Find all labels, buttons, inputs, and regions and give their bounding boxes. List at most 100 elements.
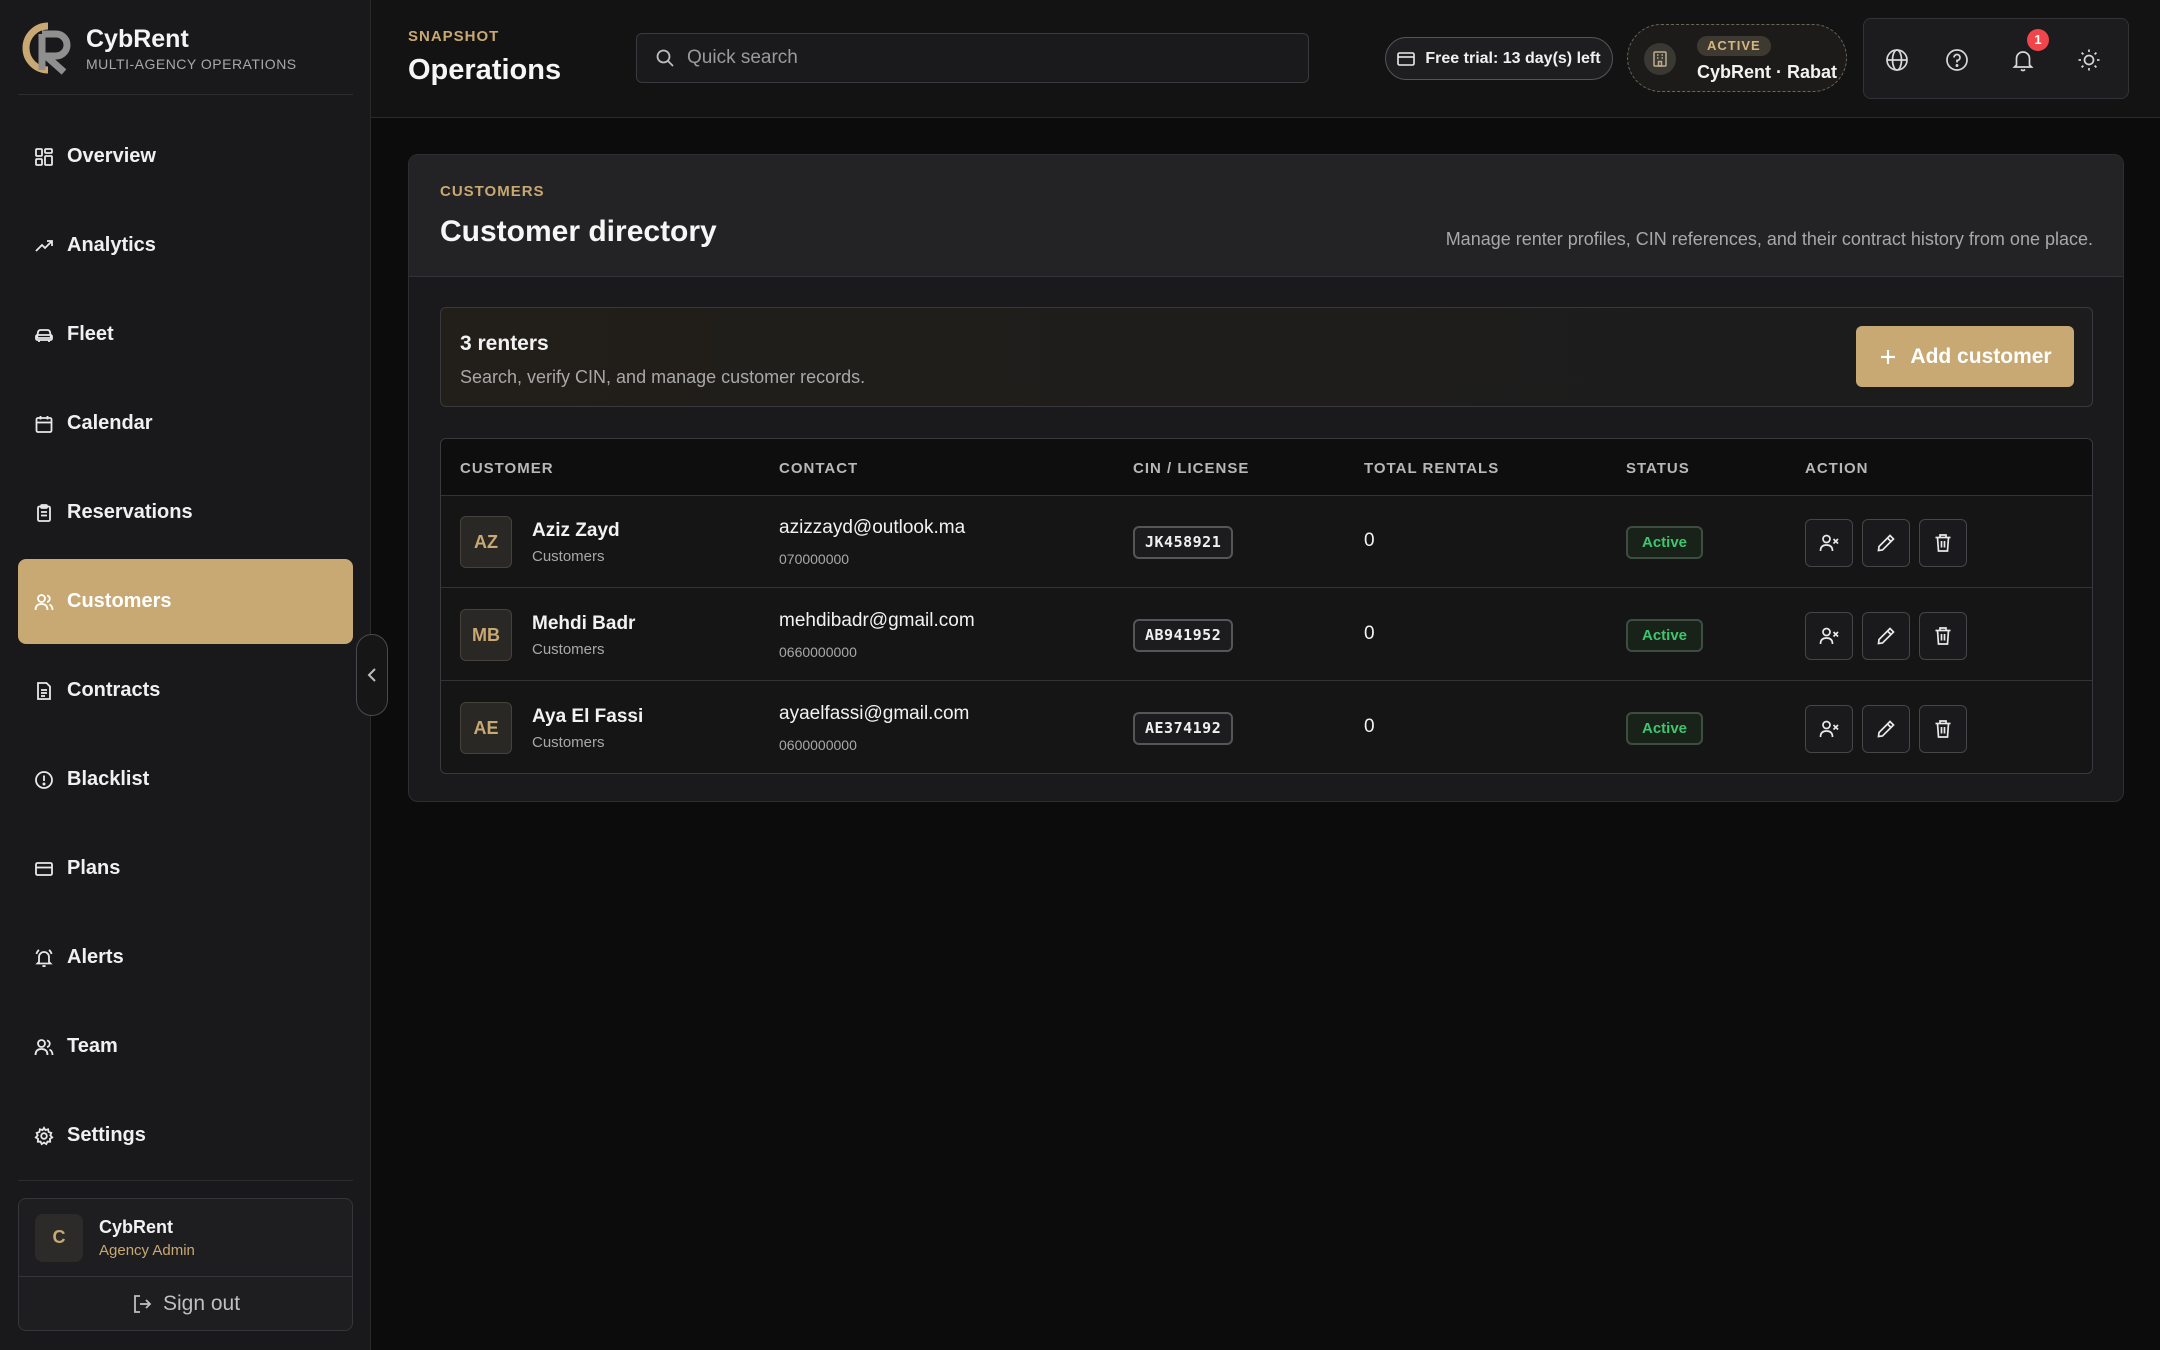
customer-name[interactable]: Aziz Zayd [532,520,620,542]
card-eyebrow: CUSTOMERS [440,183,545,200]
column-header-cin-license[interactable]: CIN / LICENSE [1133,460,1249,477]
customer-email: mehdibadr@gmail.com [779,610,975,631]
search-icon [656,49,674,67]
column-header-status[interactable]: STATUS [1626,460,1690,477]
user-card: C CybRent Agency Admin Sign out [18,1198,353,1331]
sun-icon[interactable] [2076,47,2102,73]
plus-icon [1881,349,1896,364]
users-icon [34,593,54,610]
page-title: Operations [408,54,562,86]
renter-count: 3 renters [460,332,549,355]
total-rentals: 0 [1364,716,1375,737]
sidebar-item-contracts[interactable]: Contracts [18,648,353,733]
sign-out-button[interactable]: Sign out [19,1277,352,1331]
blacklist-customer-button[interactable] [1805,705,1853,753]
sidebar-item-team[interactable]: Team [18,1004,353,1089]
customer-avatar: AZ [460,516,512,568]
log-out-icon [134,1295,152,1313]
summary-bar: 3 renters Search, verify CIN, and manage… [440,307,2093,407]
sidebar-item-calendar[interactable]: Calendar [18,381,353,466]
table-row[interactable]: MB Mehdi Badr Customers mehdibadr@gmail.… [441,589,2092,681]
sidebar-item-label: Alerts [67,946,124,968]
total-rentals: 0 [1364,530,1375,551]
sidebar-item-fleet[interactable]: Fleet [18,292,353,377]
pencil-icon [1877,627,1895,645]
sidebar-divider [18,1180,353,1181]
sidebar-item-settings[interactable]: Settings [18,1093,353,1178]
sidebar-item-label: Contracts [67,679,161,701]
notification-count-badge: 1 [2027,29,2049,51]
free-trial-badge[interactable]: Free trial: 13 day(s) left [1385,37,1613,80]
trash-icon [1935,627,1951,645]
agency-name: CybRent · Rabat [1697,62,1838,82]
sidebar: CybRent MULTI-AGENCY OPERATIONS Overview… [0,0,371,1350]
blacklist-customer-button[interactable] [1805,519,1853,567]
table-row[interactable]: AZ Aziz Zayd Customers azizzayd@outlook.… [441,496,2092,588]
sidebar-item-reservations[interactable]: Reservations [18,470,353,555]
agency-status-badge: ACTIVE [1697,36,1771,56]
grid-icon [35,147,53,166]
blacklist-customer-button[interactable] [1805,612,1853,660]
trash-icon [1935,534,1951,552]
edit-customer-button[interactable] [1862,612,1910,660]
sidebar-divider [18,94,353,95]
customer-directory-card: CUSTOMERS Customer directory Manage rent… [408,154,2124,802]
sidebar-item-label: Overview [67,145,156,167]
trash-icon [1935,720,1951,738]
cin-badge: AE374192 [1133,712,1234,745]
search-placeholder: Quick search [687,47,798,68]
sidebar-item-blacklist[interactable]: Blacklist [18,737,353,822]
sidebar-item-overview[interactable]: Overview [18,114,353,199]
sidebar-item-plans[interactable]: Plans [18,826,353,911]
user-x-icon [1819,720,1839,738]
customer-phone: 070000000 [779,551,850,567]
cin-badge: AB941952 [1133,619,1234,652]
bell-ring-icon [35,948,53,967]
customers-table: CUSTOMER CONTACT CIN / LICENSE TOTAL REN… [440,438,2093,774]
user-x-icon [1819,534,1839,552]
sidebar-nav: Overview Analytics Fleet Calendar Reserv… [18,114,353,1182]
sidebar-item-analytics[interactable]: Analytics [18,203,353,288]
customer-avatar: MB [460,609,512,661]
delete-customer-button[interactable] [1919,612,1967,660]
card-description: Manage renter profiles, CIN references, … [1445,229,2093,249]
brand-name: CybRent [86,25,189,53]
edit-customer-button[interactable] [1862,705,1910,753]
table-header: CUSTOMER CONTACT CIN / LICENSE TOTAL REN… [441,439,2092,496]
customer-name[interactable]: Aya El Fassi [532,706,643,728]
total-rentals: 0 [1364,623,1375,644]
column-header-total-rentals[interactable]: TOTAL RENTALS [1364,460,1499,477]
bell-icon[interactable] [2010,47,2036,73]
cybrent-logo-icon [22,22,71,75]
table-row[interactable]: AE Aya El Fassi Customers ayaelfassi@gma… [441,682,2092,773]
sidebar-collapse-button[interactable] [356,634,388,716]
add-customer-button[interactable]: Add customer [1856,326,2074,387]
help-icon[interactable] [1944,47,1970,73]
customer-phone: 0660000000 [779,644,857,660]
column-header-contact[interactable]: CONTACT [779,460,858,477]
sidebar-item-label: Blacklist [67,768,150,790]
brand[interactable]: CybRent MULTI-AGENCY OPERATIONS [18,20,297,76]
customer-name[interactable]: Mehdi Badr [532,613,635,635]
sidebar-item-customers[interactable]: Customers [18,559,353,644]
sidebar-item-label: Customers [67,590,172,612]
sidebar-item-label: Team [67,1035,118,1057]
status-badge: Active [1626,712,1704,745]
user-role: Agency Admin [99,1241,195,1259]
avatar: C [35,1213,83,1262]
delete-customer-button[interactable] [1919,705,1967,753]
summary-description: Search, verify CIN, and manage customer … [460,367,866,387]
column-header-customer[interactable]: CUSTOMER [460,460,554,477]
brand-subtitle: MULTI-AGENCY OPERATIONS [86,56,297,72]
edit-customer-button[interactable] [1862,519,1910,567]
delete-customer-button[interactable] [1919,519,1967,567]
sidebar-item-alerts[interactable]: Alerts [18,915,353,1000]
status-badge: Active [1626,526,1704,559]
cin-badge: JK458921 [1133,526,1234,559]
gear-icon [34,1125,54,1145]
agency-switcher[interactable]: ACTIVE CybRent · Rabat [1627,24,1847,92]
user-profile[interactable]: C CybRent Agency Admin [19,1199,352,1277]
search-input[interactable]: Quick search [636,33,1309,83]
globe-icon[interactable] [1884,47,1910,73]
top-header: SNAPSHOT Operations Quick search Free tr… [371,0,2160,118]
